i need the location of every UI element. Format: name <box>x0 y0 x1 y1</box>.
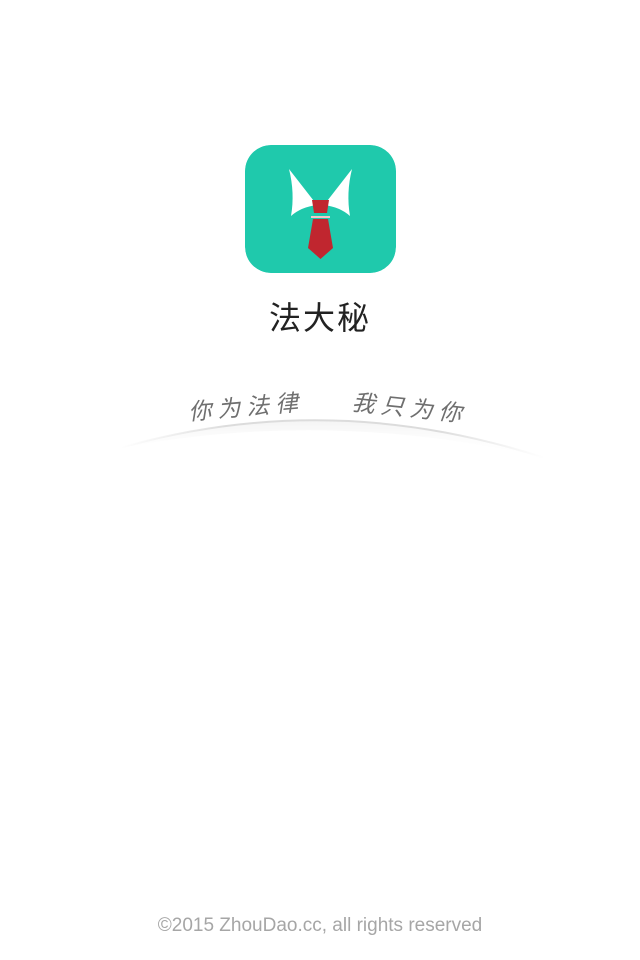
splash-screen: 法大秘 你为法律 我只为你 ©2015 ZhouDao.cc, all righ… <box>0 0 640 960</box>
app-logo-icon <box>245 145 396 273</box>
app-name: 法大秘 <box>268 299 371 337</box>
copyright-text: ©2015 ZhouDao.cc, all rights reserved <box>157 915 483 936</box>
slogan: 你为法律 我只为你 <box>0 380 640 428</box>
slogan-right-text: 我只为你 <box>350 389 469 428</box>
slogan-left-text: 你为法律 <box>187 389 306 426</box>
